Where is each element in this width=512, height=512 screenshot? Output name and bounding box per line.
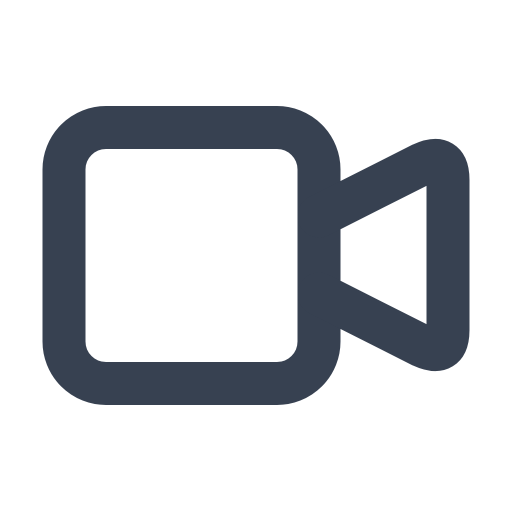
icon-canvas [0,0,512,512]
video-camera-icon [0,0,512,512]
camera-body [42,106,341,405]
